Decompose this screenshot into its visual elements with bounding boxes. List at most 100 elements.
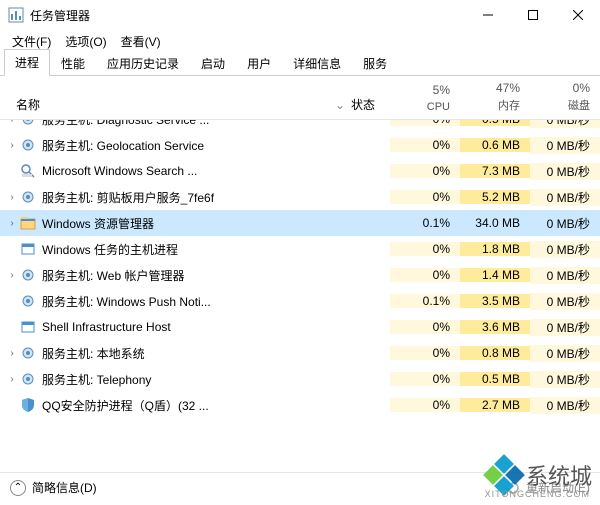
process-name: Windows 任务的主机进程: [42, 241, 178, 258]
process-cpu: 0%: [390, 346, 460, 360]
process-memory: 34.0 MB: [460, 216, 530, 230]
process-disk: 0 MB/秒: [530, 345, 600, 362]
process-row[interactable]: › 服务主机: Web 帐户管理器 0% 1.4 MB 0 MB/秒: [0, 262, 600, 288]
menu-options[interactable]: 选项(O): [59, 31, 112, 52]
process-name: 服务主机: Geolocation Service: [42, 137, 204, 154]
process-name: 服务主机: Telephony: [42, 371, 151, 388]
gear-icon: [20, 189, 36, 205]
gear-icon: [20, 137, 36, 153]
process-row[interactable]: 服务主机: Windows Push Noti... 0.1% 3.5 MB 0…: [0, 288, 600, 314]
process-name: 服务主机: 本地系统: [42, 345, 145, 362]
process-name: 服务主机: Diagnostic Service ...: [42, 120, 209, 128]
process-disk: 0 MB/秒: [530, 120, 600, 128]
process-disk: 0 MB/秒: [530, 397, 600, 414]
process-cpu: 0.1%: [390, 216, 460, 230]
process-row[interactable]: QQ安全防护进程（Q盾）(32 ... 0% 2.7 MB 0 MB/秒: [0, 392, 600, 418]
process-name: QQ安全防护进程（Q盾）(32 ...: [42, 397, 209, 414]
minimize-button[interactable]: [465, 0, 510, 30]
window-title: 任务管理器: [30, 7, 465, 24]
tab-app-history[interactable]: 应用历史记录: [96, 50, 190, 76]
maximize-button[interactable]: [510, 0, 555, 30]
tab-users[interactable]: 用户: [236, 50, 282, 76]
process-cpu: 0%: [390, 164, 460, 178]
close-button[interactable]: [555, 0, 600, 30]
process-name: Shell Infrastructure Host: [42, 320, 171, 334]
process-cpu: 0%: [390, 190, 460, 204]
restart-button[interactable]: 重新启动(E): [506, 479, 590, 496]
window-icon: [20, 241, 36, 257]
process-disk: 0 MB/秒: [530, 293, 600, 310]
process-cpu: 0%: [390, 120, 460, 126]
window-icon: [20, 319, 36, 335]
process-row[interactable]: Windows 任务的主机进程 0% 1.8 MB 0 MB/秒: [0, 236, 600, 262]
process-row[interactable]: › 服务主机: Telephony 0% 0.5 MB 0 MB/秒: [0, 366, 600, 392]
restart-label: 重新启动(E): [526, 479, 590, 496]
fewer-details-label: 简略信息(D): [32, 479, 97, 496]
process-name: 服务主机: Web 帐户管理器: [42, 267, 184, 284]
menubar: 文件(F) 选项(O) 查看(V): [0, 30, 600, 52]
expand-icon[interactable]: ›: [6, 348, 18, 359]
gear-icon: [20, 345, 36, 361]
tab-processes[interactable]: 进程: [4, 49, 50, 76]
gear-icon: [20, 120, 36, 127]
gear-icon: [20, 267, 36, 283]
process-memory: 0.5 MB: [460, 120, 530, 126]
mem-label: 内存: [498, 100, 520, 112]
process-disk: 0 MB/秒: [530, 189, 600, 206]
column-memory[interactable]: 47% 内存: [460, 77, 530, 119]
tabs: 进程 性能 应用历史记录 启动 用户 详细信息 服务: [0, 52, 600, 76]
process-memory: 7.3 MB: [460, 164, 530, 178]
process-disk: 0 MB/秒: [530, 371, 600, 388]
column-disk[interactable]: 0% 磁盘: [530, 77, 600, 119]
process-name: Microsoft Windows Search ...: [42, 164, 197, 178]
tab-services[interactable]: 服务: [352, 50, 398, 76]
titlebar[interactable]: 任务管理器: [0, 0, 600, 30]
menu-view[interactable]: 查看(V): [115, 31, 167, 52]
process-disk: 0 MB/秒: [530, 241, 600, 258]
process-row[interactable]: › 服务主机: Diagnostic Service ... 0% 0.5 MB…: [0, 120, 600, 132]
footer: ⌃ 简略信息(D) 重新启动(E): [0, 472, 600, 502]
process-name: Windows 资源管理器: [42, 215, 154, 232]
process-row[interactable]: › 服务主机: 剪贴板用户服务_7fe6f 0% 5.2 MB 0 MB/秒: [0, 184, 600, 210]
expand-icon[interactable]: ›: [6, 192, 18, 203]
expand-icon[interactable]: ›: [6, 120, 18, 125]
process-row[interactable]: Shell Infrastructure Host 0% 3.6 MB 0 MB…: [0, 314, 600, 340]
tab-details[interactable]: 详细信息: [282, 50, 352, 76]
process-list[interactable]: › 服务主机: Diagnostic Service ... 0% 0.5 MB…: [0, 120, 600, 472]
app-icon: [8, 7, 24, 23]
fewer-details-button[interactable]: ⌃ 简略信息(D): [10, 479, 97, 496]
mem-usage-pct: 47%: [470, 81, 520, 95]
tab-startup[interactable]: 启动: [190, 50, 236, 76]
expand-icon[interactable]: ›: [6, 270, 18, 281]
expand-icon[interactable]: ›: [6, 374, 18, 385]
process-cpu: 0.1%: [390, 294, 460, 308]
process-cpu: 0%: [390, 138, 460, 152]
column-cpu[interactable]: 5% CPU: [390, 79, 460, 119]
sort-indicator-icon: ⌄: [335, 98, 345, 112]
process-row[interactable]: Microsoft Windows Search ... 0% 7.3 MB 0…: [0, 158, 600, 184]
process-memory: 3.5 MB: [460, 294, 530, 308]
tab-performance[interactable]: 性能: [50, 50, 96, 76]
shield-icon: [20, 397, 36, 413]
column-name-label: 名称: [16, 96, 40, 113]
gear-icon: [20, 293, 36, 309]
process-row[interactable]: › Windows 资源管理器 0.1% 34.0 MB 0 MB/秒: [0, 210, 600, 236]
process-row[interactable]: › 服务主机: 本地系统 0% 0.8 MB 0 MB/秒: [0, 340, 600, 366]
cpu-label: CPU: [427, 101, 450, 113]
expand-icon[interactable]: ›: [6, 140, 18, 151]
process-memory: 3.6 MB: [460, 320, 530, 334]
process-cpu: 0%: [390, 398, 460, 412]
process-name: 服务主机: 剪贴板用户服务_7fe6f: [42, 189, 214, 206]
process-cpu: 0%: [390, 320, 460, 334]
process-row[interactable]: › 服务主机: Geolocation Service 0% 0.6 MB 0 …: [0, 132, 600, 158]
column-status-label: 状态: [351, 96, 375, 113]
disk-label: 磁盘: [568, 100, 590, 112]
process-disk: 0 MB/秒: [530, 267, 600, 284]
process-memory: 0.8 MB: [460, 346, 530, 360]
expand-icon[interactable]: ›: [6, 218, 18, 229]
column-status[interactable]: ⌄ 状态: [310, 92, 390, 119]
column-name[interactable]: 名称: [0, 92, 310, 119]
process-disk: 0 MB/秒: [530, 137, 600, 154]
process-memory: 0.6 MB: [460, 138, 530, 152]
process-memory: 0.5 MB: [460, 372, 530, 386]
